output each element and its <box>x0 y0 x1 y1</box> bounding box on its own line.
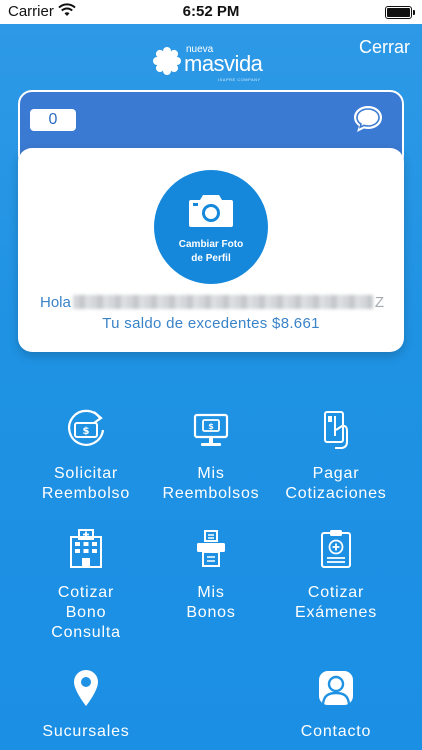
ticket-print-icon <box>197 530 225 567</box>
close-button[interactable]: Cerrar <box>359 37 410 58</box>
app-header: nueva masvida ISAPRE COMPANY Cerrar <box>0 24 422 90</box>
notification-counter[interactable]: 0 <box>30 109 76 131</box>
logo-big-text: masvida <box>184 51 263 76</box>
menu-mis-reembolsos[interactable]: $ Mis Reembolsos <box>141 408 281 504</box>
svg-text:$: $ <box>83 426 90 437</box>
menu-label: Bonos <box>186 604 236 621</box>
menu-solicitar-reembolso[interactable]: $ Solicitar Reembolso <box>16 408 156 504</box>
reimbursement-cycle-icon: $ <box>68 409 105 446</box>
menu-label: Reembolso <box>41 485 131 502</box>
greeting-tail: Z <box>374 294 385 311</box>
menu-label: Exámenes <box>295 604 377 621</box>
menu-contacto[interactable]: Contacto <box>266 666 406 742</box>
menu-label: Bono <box>65 604 107 621</box>
menu-cotizar-bono-consulta[interactable]: Cotizar Bono Consulta <box>16 527 156 643</box>
menu-label: Cotizar <box>307 584 365 601</box>
logo-mark-icon <box>153 47 181 75</box>
battery-icon <box>385 6 415 19</box>
menu-label: Pagar <box>312 465 360 482</box>
menu-label: Cotizar <box>57 584 115 601</box>
chat-bubble-icon[interactable] <box>352 104 384 134</box>
clock: 6:52 PM <box>182 3 240 20</box>
redacted-name <box>72 295 373 309</box>
menu-mis-bonos[interactable]: Mis Bonos <box>141 527 281 623</box>
change-photo-label: Cambiar Foto de Perfil <box>154 238 268 266</box>
balance-text: Tu saldo de excedentes $8.661 <box>102 315 320 332</box>
greeting-text: Hola Z <box>40 294 384 311</box>
profile-card: Cambiar Foto de Perfil Hola Z Tu saldo de… <box>18 148 404 352</box>
menu-label: Consulta <box>51 624 121 641</box>
menu-label: Mis <box>197 584 225 601</box>
hospital-icon <box>70 529 102 568</box>
change-photo-line2: de Perfil <box>191 253 231 264</box>
card-payment-icon <box>324 411 348 449</box>
camera-icon <box>189 195 233 227</box>
logo-tagline: ISAPRE COMPANY <box>218 77 261 82</box>
greeting-word: Hola <box>40 294 71 311</box>
change-photo-line1: Cambiar Foto <box>178 239 244 250</box>
menu-sucursales[interactable]: Sucursales <box>16 666 156 742</box>
menu-label: Mis <box>197 465 225 482</box>
menu-label: Cotizaciones <box>285 485 387 502</box>
medical-clipboard-icon <box>321 530 351 568</box>
change-photo-button[interactable]: Cambiar Foto de Perfil <box>154 170 268 284</box>
menu-label: Solicitar <box>53 465 119 482</box>
brand-logo: nueva masvida ISAPRE COMPANY <box>152 44 272 84</box>
status-bar: Carrier 6:52 PM <box>0 0 422 24</box>
menu-label: Reembolsos <box>162 485 260 502</box>
monitor-money-icon: $ <box>193 413 229 446</box>
menu-label: Sucursales <box>42 723 130 740</box>
menu-pagar-cotizaciones[interactable]: Pagar Cotizaciones <box>266 408 406 504</box>
menu-cotizar-examenes[interactable]: Cotizar Exámenes <box>266 527 406 623</box>
svg-text:$: $ <box>208 422 214 431</box>
contact-person-icon <box>319 671 353 705</box>
menu-label: Contacto <box>300 723 372 740</box>
location-pin-icon <box>74 670 98 706</box>
